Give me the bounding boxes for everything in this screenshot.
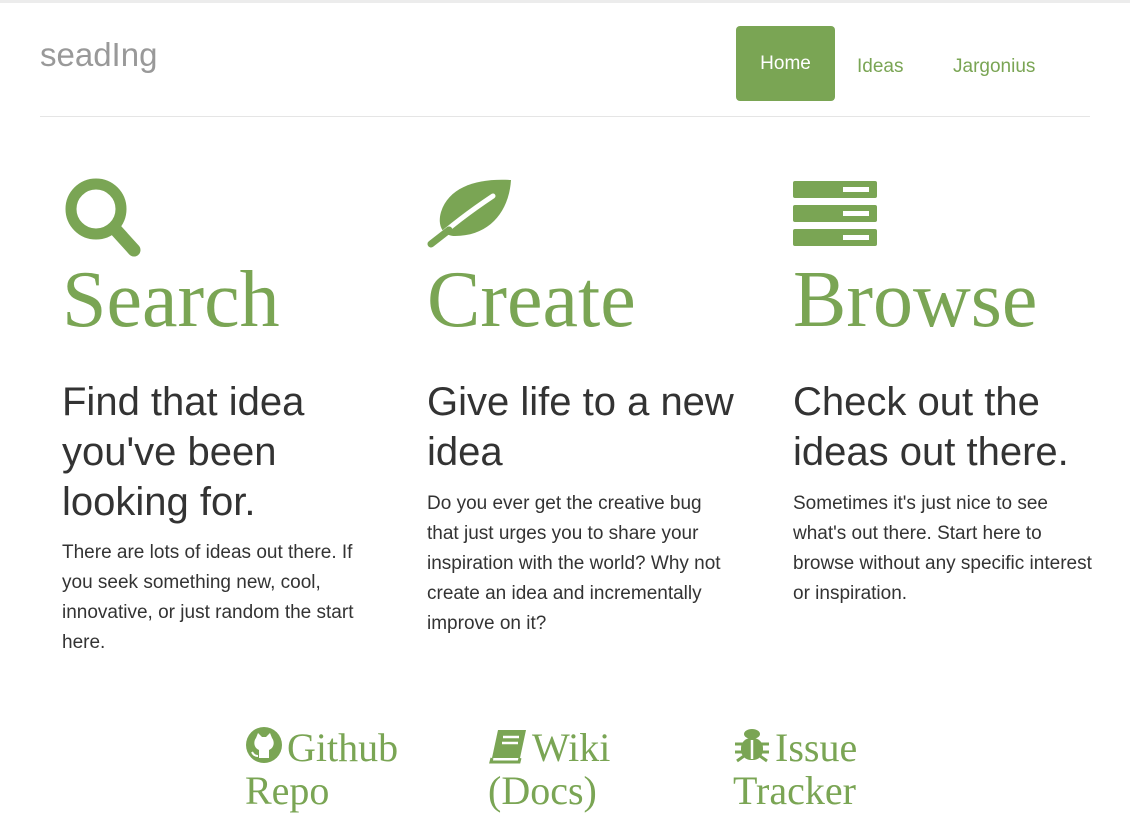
book-icon [489,730,526,764]
feature-title[interactable]: Create [427,260,636,340]
nav-home[interactable]: Home [736,26,835,101]
github-repo-link[interactable]: Github Repo [245,726,445,812]
feature-subtitle: Find that idea you've been looking for. [62,380,305,524]
feature-description: Sometimes it's just nice to see what's o… [793,493,1092,604]
site-header: seadIng Home Ideas Jargonius [40,0,1090,117]
brand-logo[interactable]: seadIng [40,36,157,74]
search-icon [65,178,141,257]
nav-jargonius[interactable]: Jargonius [953,56,1035,78]
feature-title[interactable]: Browse [793,260,1037,340]
feature-title[interactable]: Search [62,260,280,340]
feature-description: There are lots of ideas out there. If yo… [62,542,354,653]
issue-tracker-link[interactable]: Issue Tracker [733,726,933,812]
leaf-icon [427,179,511,248]
feature-description: Do you ever get the creative bug that ju… [427,493,721,634]
server-icon [793,181,877,246]
wiki-docs-link[interactable]: Wiki (Docs) [488,726,688,812]
feature-subtitle: Check out the ideas out there. [793,380,1069,474]
feature-subtitle: Give life to a new idea [427,380,734,474]
bug-icon [735,729,769,763]
nav-ideas[interactable]: Ideas [857,56,903,78]
github-icon [246,727,282,763]
